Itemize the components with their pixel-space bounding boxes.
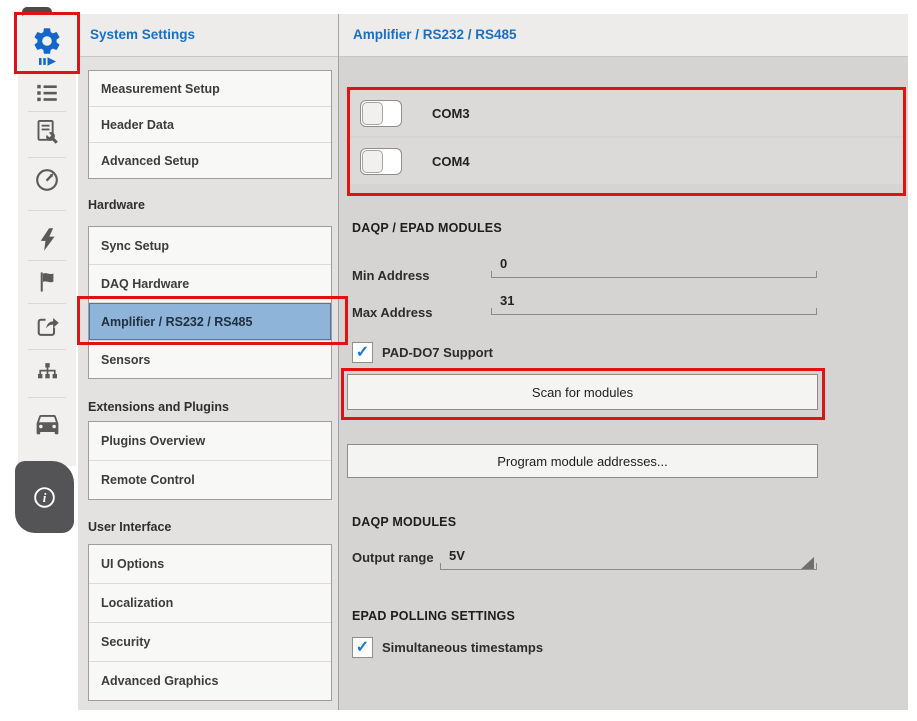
nav-group-extensions: Plugins Overview Remote Control bbox=[88, 421, 332, 500]
channel-list-icon[interactable] bbox=[18, 80, 76, 106]
detail-panel-title: Amplifier / RS232 / RS485 bbox=[353, 27, 517, 42]
output-range-label: Output range bbox=[352, 550, 434, 565]
scan-for-modules-button[interactable]: Scan for modules bbox=[347, 374, 818, 410]
max-address-label: Max Address bbox=[352, 305, 432, 320]
dropdown-grip-icon[interactable] bbox=[801, 557, 814, 569]
daqp-epad-heading: DAQP / EPAD MODULES bbox=[352, 221, 502, 235]
simultaneous-timestamps-checkbox[interactable] bbox=[352, 637, 373, 658]
nav-panel-title: System Settings bbox=[90, 27, 195, 42]
storing-lightning-icon[interactable] bbox=[18, 225, 76, 253]
nav-item-security[interactable]: Security bbox=[89, 622, 331, 661]
export-icon[interactable] bbox=[18, 311, 76, 339]
nav-item-advanced-setup[interactable]: Advanced Setup bbox=[89, 142, 331, 178]
nav-item-amplifier-rs232-rs485[interactable]: Amplifier / RS232 / RS485 bbox=[89, 302, 331, 340]
nav-group-label-extensions: Extensions and Plugins bbox=[88, 400, 229, 414]
nav-item-advanced-graphics[interactable]: Advanced Graphics bbox=[89, 661, 331, 700]
settings-window: i System Settings Measurement Setup Head… bbox=[0, 0, 917, 721]
svg-text:i: i bbox=[43, 490, 47, 505]
min-address-label: Min Address bbox=[352, 268, 430, 283]
nav-item-plugins-overview[interactable]: Plugins Overview bbox=[89, 422, 331, 460]
measure-mode-indicator-icon bbox=[18, 55, 76, 67]
info-icon: i bbox=[31, 484, 58, 511]
simultaneous-timestamps-row[interactable]: Simultaneous timestamps bbox=[352, 637, 543, 658]
epad-polling-heading: EPAD POLLING SETTINGS bbox=[352, 609, 515, 623]
vehicle-icon[interactable] bbox=[18, 408, 76, 438]
nav-item-localization[interactable]: Localization bbox=[89, 583, 331, 622]
rail-separator bbox=[28, 349, 66, 350]
rail-separator bbox=[28, 111, 66, 112]
settings-gear-icon[interactable] bbox=[18, 24, 76, 58]
output-range-dropdown[interactable]: 5V bbox=[440, 548, 817, 570]
rail-separator bbox=[28, 157, 66, 158]
setup-file-icon[interactable] bbox=[18, 117, 76, 145]
network-tree-icon[interactable] bbox=[18, 359, 76, 386]
com-port-row: COM4 bbox=[350, 138, 903, 184]
program-module-addresses-button[interactable]: Program module addresses... bbox=[347, 444, 818, 478]
nav-group-label-hardware: Hardware bbox=[88, 198, 145, 212]
toggle-knob bbox=[362, 102, 383, 125]
nav-item-header-data[interactable]: Header Data bbox=[89, 106, 331, 142]
measure-gauge-icon[interactable] bbox=[18, 166, 76, 194]
settings-nav-panel: System Settings Measurement Setup Header… bbox=[78, 14, 338, 710]
nav-item-ui-options[interactable]: UI Options bbox=[89, 545, 331, 583]
nav-group-hardware: Sync Setup DAQ Hardware Amplifier / RS23… bbox=[88, 226, 332, 379]
nav-panel-header: System Settings bbox=[78, 14, 338, 57]
rail-separator bbox=[28, 260, 66, 261]
rail-separator bbox=[28, 210, 66, 211]
nav-item-remote-control[interactable]: Remote Control bbox=[89, 460, 331, 499]
nav-group-general: Measurement Setup Header Data Advanced S… bbox=[88, 70, 332, 179]
pad-do7-label: PAD-DO7 Support bbox=[382, 345, 493, 360]
toggle-knob bbox=[362, 150, 383, 173]
info-tab[interactable]: i bbox=[15, 461, 74, 533]
events-flag-icon[interactable] bbox=[18, 268, 76, 296]
com4-toggle[interactable] bbox=[360, 148, 402, 175]
nav-item-measurement-setup[interactable]: Measurement Setup bbox=[89, 71, 331, 106]
rail-separator bbox=[28, 71, 66, 72]
com-port-row: COM3 bbox=[350, 90, 903, 136]
panel-divider bbox=[338, 14, 339, 710]
nav-group-user-interface: UI Options Localization Security Advance… bbox=[88, 544, 332, 701]
pad-do7-checkbox-row[interactable]: PAD-DO7 Support bbox=[352, 342, 493, 363]
min-address-input[interactable]: 0 bbox=[491, 256, 817, 278]
daqp-modules-heading: DAQP MODULES bbox=[352, 515, 456, 529]
rail-separator bbox=[28, 397, 66, 398]
nav-group-label-user-interface: User Interface bbox=[88, 520, 171, 534]
detail-panel-header: Amplifier / RS232 / RS485 bbox=[339, 14, 908, 57]
nav-item-sync-setup[interactable]: Sync Setup bbox=[89, 227, 331, 264]
com3-label: COM3 bbox=[432, 106, 470, 121]
simultaneous-timestamps-label: Simultaneous timestamps bbox=[382, 640, 543, 655]
pad-do7-checkbox[interactable] bbox=[352, 342, 373, 363]
rail-separator bbox=[28, 303, 66, 304]
max-address-input[interactable]: 31 bbox=[491, 293, 817, 315]
detail-panel: Amplifier / RS232 / RS485 COM3 COM4 DAQP… bbox=[339, 14, 908, 710]
nav-item-daq-hardware[interactable]: DAQ Hardware bbox=[89, 264, 331, 302]
com3-toggle[interactable] bbox=[360, 100, 402, 127]
com4-label: COM4 bbox=[432, 154, 470, 169]
nav-item-sensors[interactable]: Sensors bbox=[89, 340, 331, 378]
